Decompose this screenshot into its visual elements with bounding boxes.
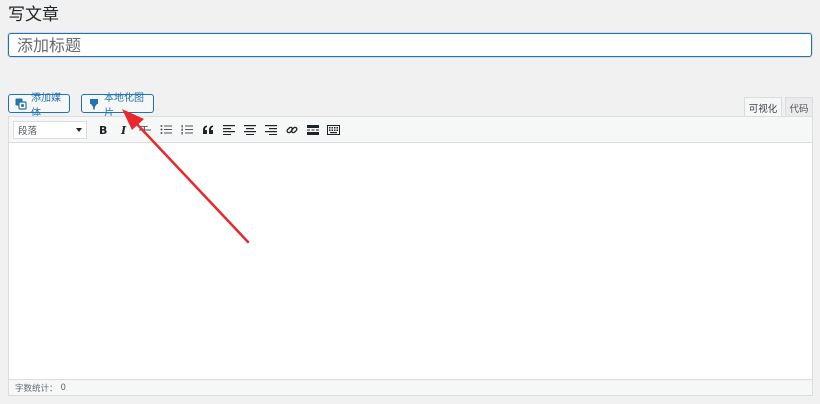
chevron-down-icon	[76, 127, 82, 132]
tab-visual[interactable]: 可视化	[744, 97, 782, 117]
align-center-icon	[243, 124, 256, 135]
format-select[interactable]: 段落	[13, 120, 87, 139]
quote-icon	[202, 125, 214, 135]
add-media-label: 添加媒体	[31, 92, 61, 119]
bullet-list-button[interactable]	[155, 120, 176, 140]
format-select-value: 段落	[18, 125, 38, 137]
tab-code[interactable]: 代码	[785, 97, 813, 117]
media-icon	[15, 98, 27, 110]
link-button[interactable]	[281, 120, 302, 140]
italic-button[interactable]: I	[113, 120, 134, 140]
editor-toolbar: 段落 B I T	[9, 117, 812, 143]
word-count-label: 字数统计：	[15, 383, 58, 394]
toolbar-toggle-button[interactable]	[323, 120, 344, 140]
bold-icon: B	[98, 124, 108, 135]
bold-button[interactable]: B	[92, 120, 113, 140]
localize-images-button[interactable]: 本地化图片	[81, 93, 154, 119]
edit-post-page: 写文章 添加媒体 本地化图片 可视化 代码 段落	[0, 0, 820, 404]
editor-content-area[interactable]	[9, 143, 812, 379]
bullet-list-icon	[160, 124, 172, 135]
add-media-button[interactable]: 添加媒体	[8, 93, 70, 119]
keyboard-icon	[327, 124, 340, 135]
numbered-list-icon	[181, 124, 193, 135]
svg-text:I: I	[120, 124, 127, 135]
strikethrough-button[interactable]: T	[134, 120, 155, 140]
align-left-icon	[222, 124, 235, 135]
strikethrough-icon: T	[138, 124, 151, 135]
editor-statusbar: 字数统计： 0	[9, 379, 812, 395]
blockquote-button[interactable]	[197, 120, 218, 140]
svg-text:B: B	[99, 124, 107, 135]
align-left-button[interactable]	[218, 120, 239, 140]
post-title-input[interactable]	[8, 33, 812, 57]
page-title: 写文章	[8, 5, 59, 25]
word-count-value: 0	[60, 382, 66, 393]
download-pin-icon	[88, 98, 100, 110]
localize-images-label: 本地化图片	[104, 92, 144, 119]
link-icon	[286, 124, 298, 136]
read-more-icon	[306, 124, 319, 135]
italic-icon: I	[119, 124, 129, 135]
align-right-icon	[264, 124, 277, 135]
numbered-list-button[interactable]	[176, 120, 197, 140]
align-right-button[interactable]	[260, 120, 281, 140]
align-center-button[interactable]	[239, 120, 260, 140]
read-more-button[interactable]	[302, 120, 323, 140]
classic-editor: 段落 B I T	[8, 116, 813, 396]
